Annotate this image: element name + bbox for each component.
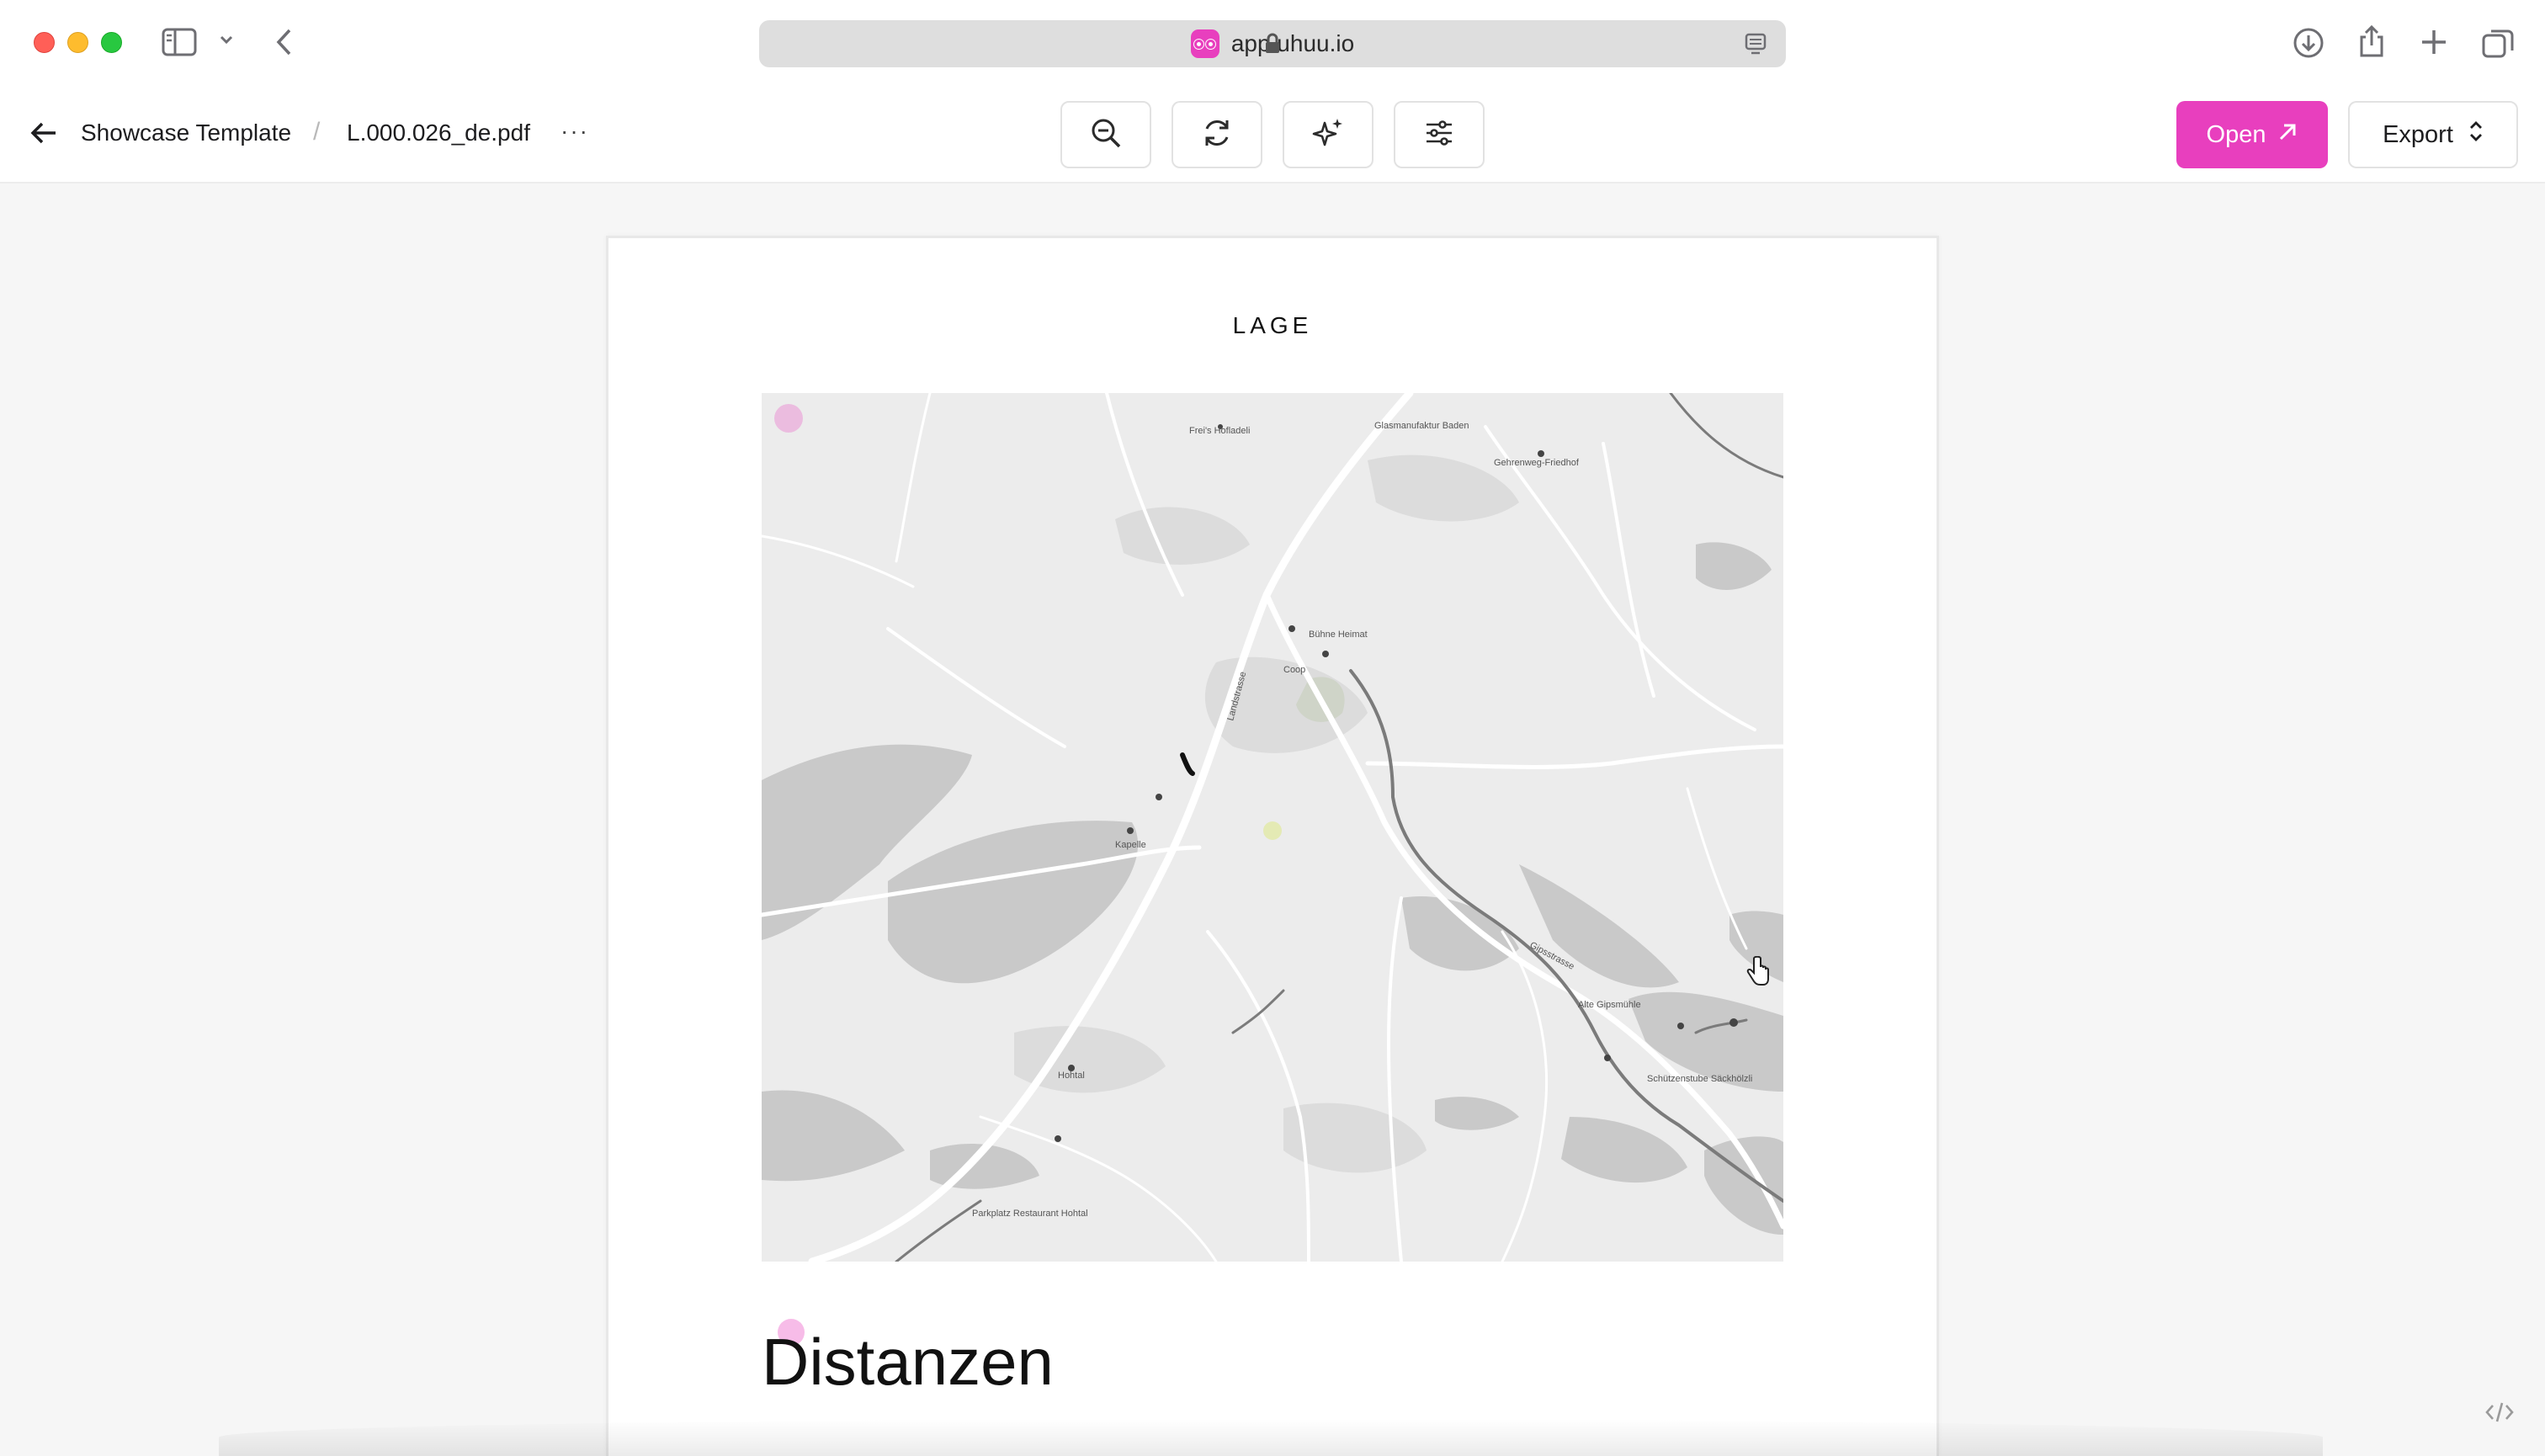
download-icon[interactable]: [2293, 27, 2325, 59]
distances-heading: Distanzen: [762, 1325, 1054, 1399]
code-view-icon[interactable]: [2484, 1400, 2515, 1428]
settings-sliders-button[interactable]: [1394, 101, 1485, 168]
zoom-out-button[interactable]: [1060, 101, 1151, 168]
map-label: Hohtal: [1058, 1071, 1085, 1081]
share-icon[interactable]: [2356, 24, 2387, 59]
back-arrow-icon[interactable]: [29, 118, 59, 148]
map-label: Kapelle: [1115, 840, 1146, 850]
section-title: LAGE: [1232, 312, 1313, 338]
location-map[interactable]: Frei's Hofladeli Glasmanufaktur Baden Ge…: [762, 393, 1783, 1262]
arrow-up-right-icon: [2277, 121, 2298, 149]
more-options-button[interactable]: ···: [561, 118, 589, 145]
lock-icon: [1264, 33, 1281, 55]
open-button[interactable]: Open: [2176, 101, 2328, 168]
export-button-label: Export: [2383, 120, 2453, 148]
ai-sparkles-button[interactable]: [1283, 101, 1373, 168]
browser-title-bar: app.uhuu.io: [0, 0, 2545, 86]
open-button-label: Open: [2206, 120, 2266, 148]
refresh-button[interactable]: [1172, 101, 1262, 168]
reader-icon[interactable]: [1744, 32, 1767, 56]
map-label: Schützenstube Säckhölzli: [1647, 1074, 1752, 1084]
map-label: Frei's Hofladeli: [1189, 426, 1250, 436]
map-label: Parkplatz Restaurant Hohtal: [972, 1209, 1088, 1219]
minimize-window-button[interactable]: [67, 32, 88, 53]
zoom-out-icon: [1089, 116, 1123, 154]
map-label: Coop: [1283, 665, 1305, 675]
tab-overview-icon[interactable]: [2481, 27, 2515, 59]
url-text: app.uhuu.io: [1230, 30, 1355, 56]
uhuu-favicon-icon: [1190, 29, 1219, 58]
breadcrumb-separator: /: [313, 118, 321, 146]
map-label: Alte Gipsmühle: [1578, 1000, 1641, 1010]
chevron-up-down-icon: [2468, 119, 2484, 151]
chevron-left-icon[interactable]: [274, 27, 295, 57]
breadcrumb-parent-link[interactable]: Showcase Template: [81, 120, 291, 146]
sparkles-icon: [1311, 116, 1345, 154]
address-bar[interactable]: app.uhuu.io: [759, 20, 1786, 67]
refresh-icon: [1200, 116, 1234, 154]
map-label: Gehrenweg-Friedhof: [1494, 458, 1580, 468]
app-toolbar: Showcase Template / L.000.026_de.pdf ···…: [0, 86, 2545, 183]
close-window-button[interactable]: [34, 32, 55, 53]
map-label: Glasmanufaktur Baden: [1374, 421, 1469, 431]
plus-icon[interactable]: [2419, 27, 2449, 57]
breadcrumb-file-name: L.000.026_de.pdf: [347, 120, 530, 146]
sliders-icon: [1422, 116, 1456, 154]
maximize-window-button[interactable]: [101, 32, 122, 53]
document-page-preview: LAGE Frei's Hofladeli Glasmanufaktur Bad…: [606, 236, 1939, 1456]
hand-pointer-cursor-icon: [1745, 955, 1771, 991]
chevron-down-icon[interactable]: [219, 34, 234, 45]
page-shadow: [219, 1419, 2323, 1456]
sidebar-icon[interactable]: [162, 27, 197, 57]
export-button[interactable]: Export: [2348, 101, 2518, 168]
map-label: Bühne Heimat: [1309, 630, 1368, 640]
